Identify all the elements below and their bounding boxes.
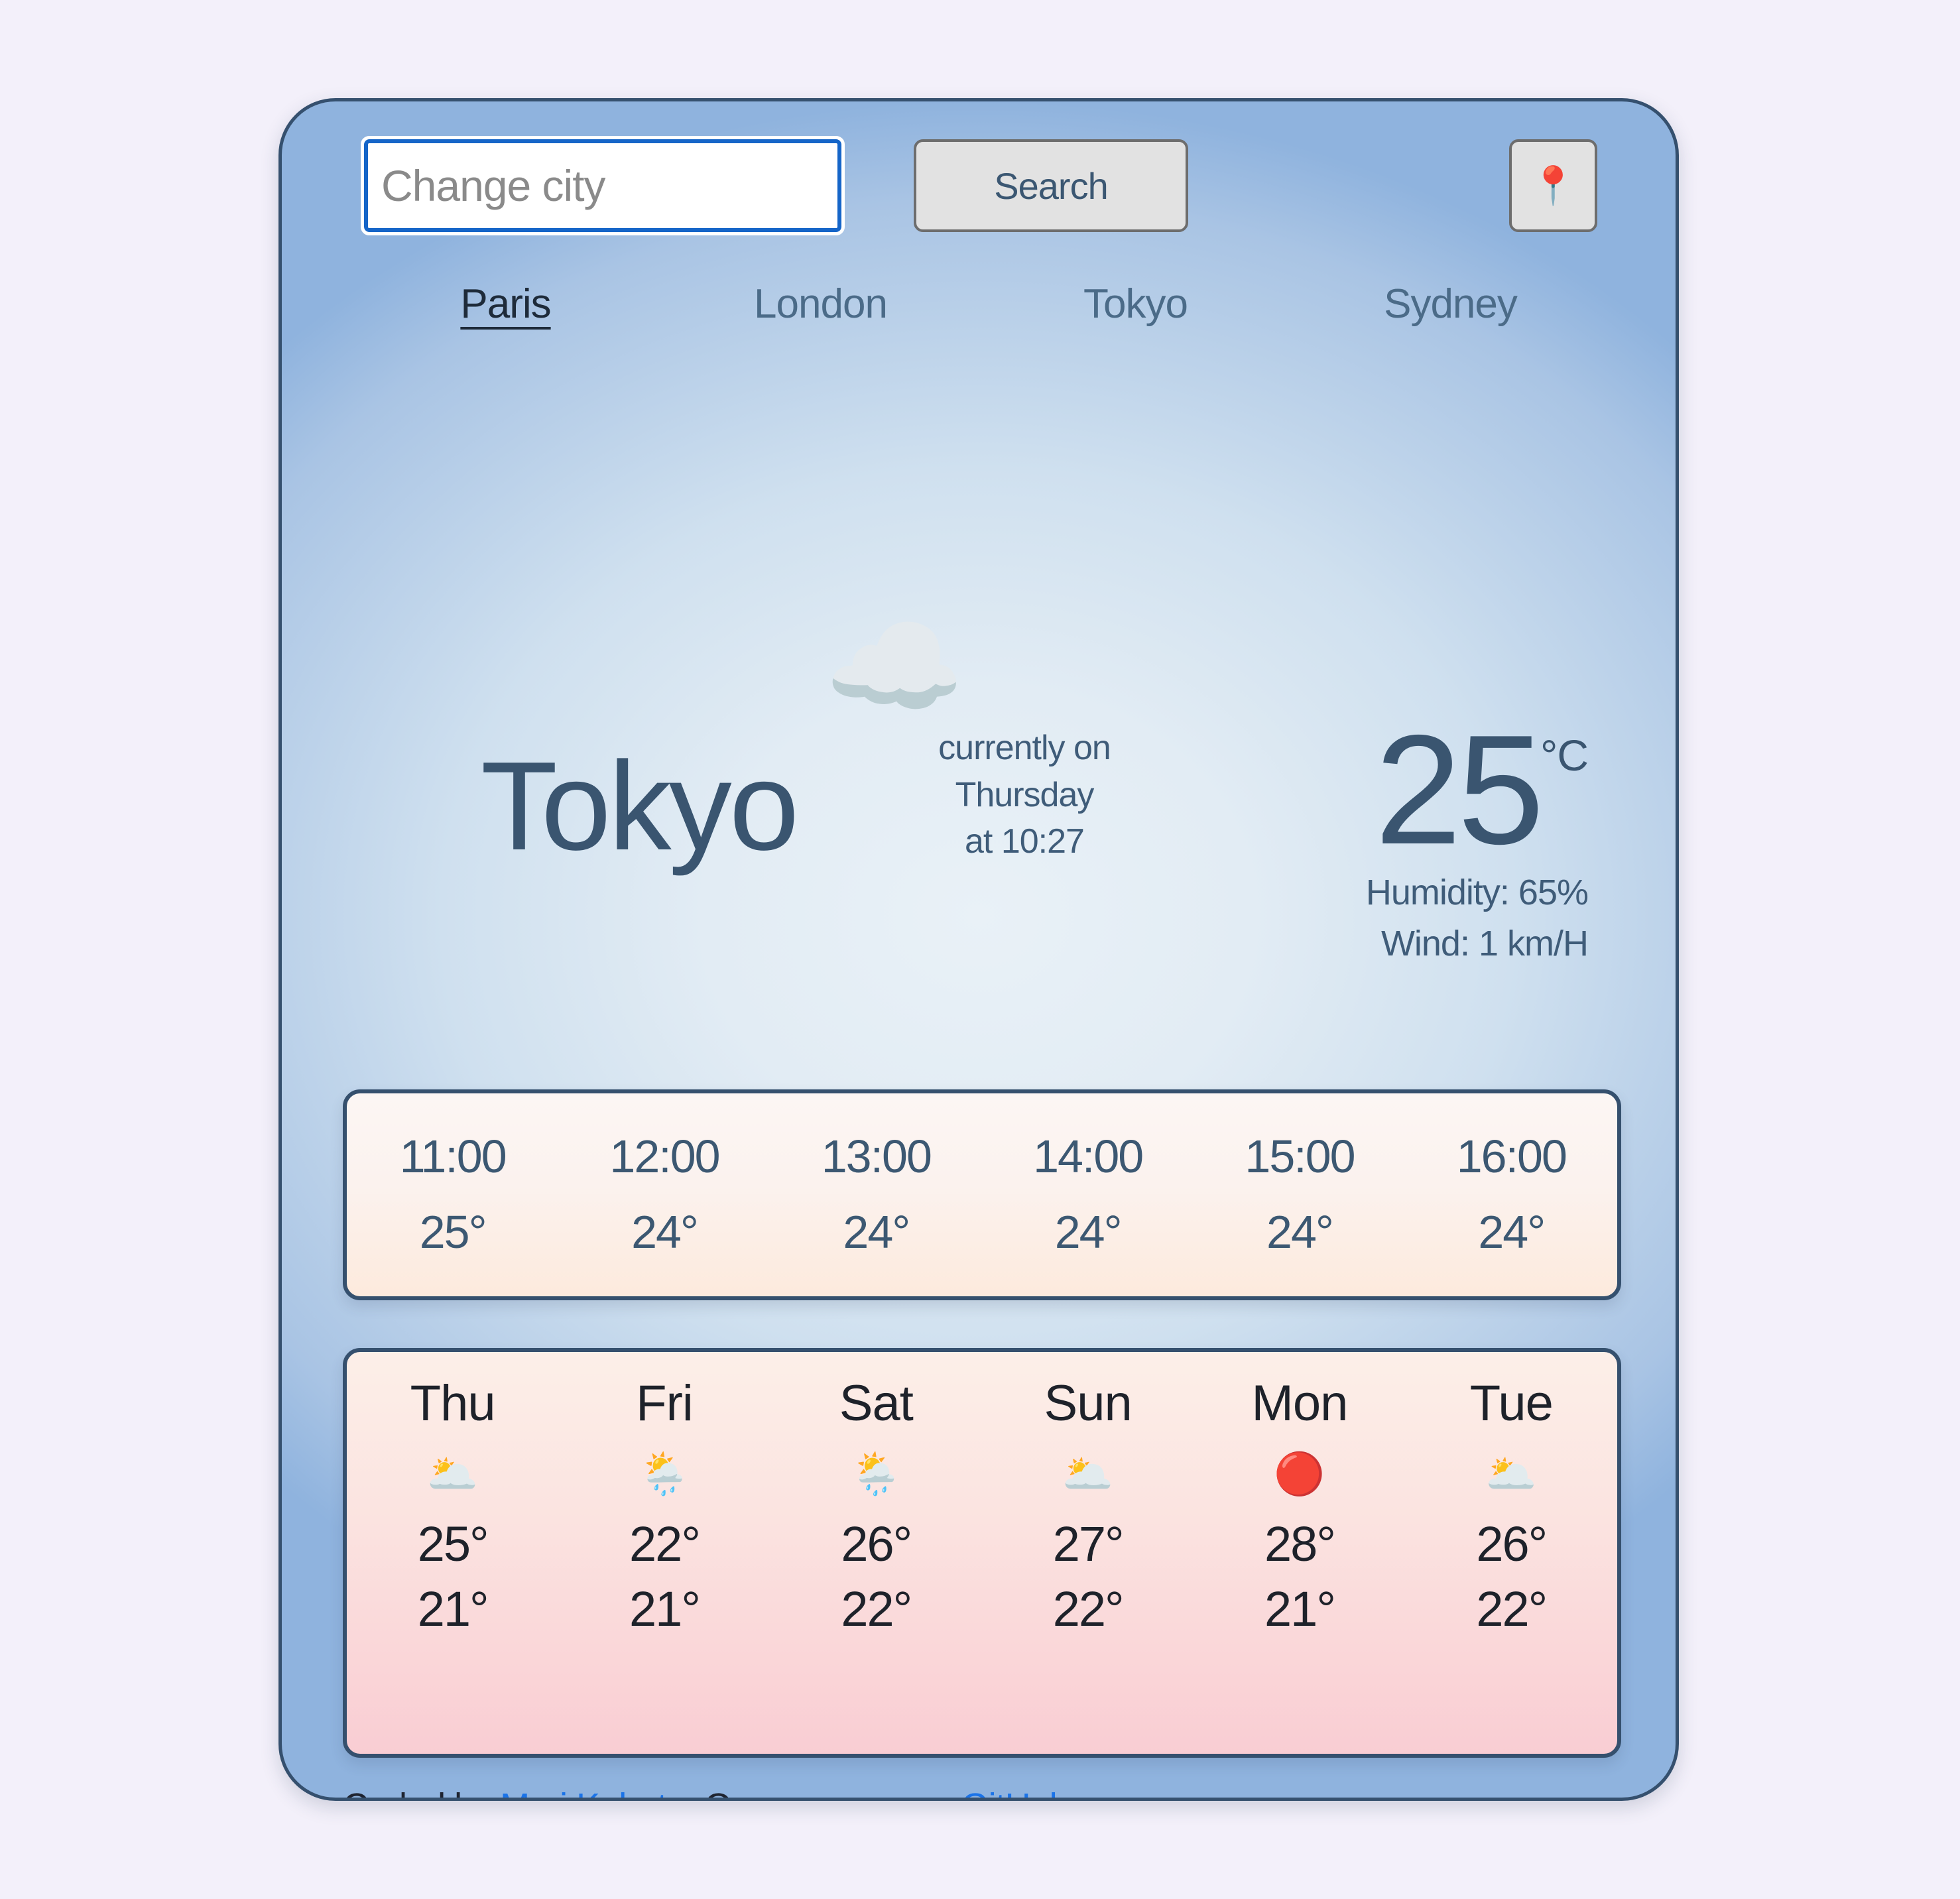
current-temperature-block: 25°C Humidity: 65% Wind: 1 km/H bbox=[1177, 702, 1589, 969]
daily-item: Fri 🌦️ 22° 21° bbox=[558, 1376, 770, 1637]
hourly-item: 16:00 24° bbox=[1406, 1127, 1617, 1262]
daily-item: Sun 🌥️ 27° 22° bbox=[982, 1376, 1194, 1637]
sun-behind-rain-icon: 🌦️ bbox=[639, 1451, 690, 1497]
hourly-item: 13:00 24° bbox=[770, 1127, 982, 1262]
daily-high-temp: 26° bbox=[1476, 1516, 1548, 1571]
footer-prefix: Coded by bbox=[343, 1786, 500, 1798]
footer-middle: , Open-source on bbox=[686, 1786, 961, 1798]
author-link[interactable]: Mari Kubota bbox=[500, 1786, 686, 1798]
broken-clouds-icon: 🌥️ bbox=[427, 1451, 479, 1497]
daily-day-label: Thu bbox=[410, 1375, 496, 1432]
daily-day-label: Mon bbox=[1251, 1375, 1349, 1432]
hourly-temp: 25° bbox=[419, 1206, 487, 1258]
current-location-button[interactable]: 📍 bbox=[1509, 139, 1597, 232]
daily-day-label: Fri bbox=[636, 1375, 694, 1432]
hourly-time: 14:00 bbox=[1033, 1131, 1144, 1183]
current-temperature-value: 25 bbox=[1375, 702, 1544, 877]
city-tab-paris[interactable]: Paris bbox=[348, 280, 663, 328]
hourly-forecast-card: 11:00 25° 12:00 24° 13:00 24° 14:00 24° … bbox=[343, 1089, 1621, 1300]
city-tab-tokyo[interactable]: Tokyo bbox=[978, 280, 1293, 328]
hourly-temp: 24° bbox=[1054, 1206, 1123, 1258]
sun-behind-rain-icon: 🌦️ bbox=[850, 1451, 902, 1497]
broken-clouds-icon: 🌥️ bbox=[1485, 1451, 1537, 1497]
daily-low-temp: 21° bbox=[629, 1581, 701, 1636]
hourly-time: 11:00 bbox=[399, 1131, 507, 1183]
daily-low-temp: 21° bbox=[417, 1581, 489, 1636]
daily-high-temp: 26° bbox=[841, 1516, 912, 1571]
humidity-value: Humidity: 65% bbox=[1365, 873, 1589, 912]
current-conditions: Tokyo currently on Thursday at 10:27 25°… bbox=[348, 711, 1608, 1003]
daily-high-temp: 25° bbox=[417, 1516, 489, 1571]
hourly-item: 14:00 24° bbox=[982, 1127, 1194, 1262]
hourly-temp: 24° bbox=[843, 1206, 910, 1258]
broken-clouds-icon: 🌥️ bbox=[1062, 1451, 1114, 1497]
daily-item: Sat 🌦️ 26° 22° bbox=[770, 1376, 982, 1637]
hourly-temp: 24° bbox=[631, 1206, 699, 1258]
daily-item: Mon 🔴 28° 21° bbox=[1194, 1376, 1405, 1637]
city-search-input[interactable] bbox=[361, 136, 845, 235]
daily-low-temp: 22° bbox=[1476, 1581, 1548, 1636]
hourly-item: 12:00 24° bbox=[558, 1127, 770, 1262]
current-city-name: Tokyo bbox=[481, 736, 799, 877]
search-button[interactable]: Search bbox=[914, 139, 1188, 232]
hourly-temp: 24° bbox=[1266, 1206, 1334, 1258]
daily-high-temp: 28° bbox=[1264, 1516, 1336, 1571]
city-tab-sydney[interactable]: Sydney bbox=[1293, 280, 1608, 328]
daily-day-label: Tue bbox=[1469, 1375, 1554, 1432]
daily-high-temp: 22° bbox=[629, 1516, 701, 1571]
current-datetime-line3: at 10:27 bbox=[965, 822, 1085, 861]
daily-day-label: Sat bbox=[839, 1375, 914, 1432]
footer-credits: Coded by Mari Kubota, Open-source on Git… bbox=[343, 1786, 1621, 1798]
search-row: Search 📍 bbox=[361, 136, 1597, 242]
hourly-item: 11:00 25° bbox=[347, 1127, 558, 1262]
page-root: Search 📍 Paris London Tokyo Sydney ☁️ To… bbox=[0, 0, 1960, 1899]
hourly-time: 12:00 bbox=[609, 1131, 720, 1183]
city-tabs: Paris London Tokyo Sydney bbox=[348, 280, 1608, 328]
round-pushpin-icon: 📍 bbox=[1530, 164, 1577, 206]
city-tab-london[interactable]: London bbox=[663, 280, 978, 328]
sun-icon: 🔴 bbox=[1274, 1451, 1325, 1497]
daily-low-temp: 22° bbox=[1052, 1581, 1125, 1636]
footer-suffix: . bbox=[1069, 1786, 1079, 1798]
wind-value: Wind: 1 km/H bbox=[1380, 923, 1589, 963]
daily-high-temp: 27° bbox=[1052, 1516, 1125, 1571]
daily-item: Tue 🌥️ 26° 22° bbox=[1406, 1376, 1617, 1637]
github-link[interactable]: GitHub bbox=[961, 1786, 1070, 1798]
current-datetime-line2: Thursday bbox=[955, 775, 1095, 814]
hourly-time: 13:00 bbox=[821, 1131, 932, 1183]
hourly-time: 15:00 bbox=[1245, 1131, 1355, 1183]
daily-item: Thu 🌥️ 25° 21° bbox=[347, 1376, 558, 1637]
cloud-icon: ☁️ bbox=[824, 604, 965, 730]
weather-app-card: Search 📍 Paris London Tokyo Sydney ☁️ To… bbox=[278, 98, 1679, 1801]
daily-day-label: Sun bbox=[1044, 1375, 1133, 1432]
temperature-unit: °C bbox=[1540, 731, 1589, 780]
hourly-time: 16:00 bbox=[1456, 1131, 1567, 1183]
current-datetime: currently on Thursday at 10:27 bbox=[885, 725, 1164, 865]
daily-low-temp: 21° bbox=[1264, 1581, 1336, 1636]
hourly-item: 15:00 24° bbox=[1194, 1127, 1405, 1262]
hourly-temp: 24° bbox=[1478, 1206, 1546, 1258]
daily-forecast-card: Thu 🌥️ 25° 21° Fri 🌦️ 22° 21° Sat 🌦️ 26°… bbox=[343, 1348, 1621, 1758]
current-datetime-line1: currently on bbox=[938, 729, 1111, 767]
daily-low-temp: 22° bbox=[841, 1581, 912, 1636]
